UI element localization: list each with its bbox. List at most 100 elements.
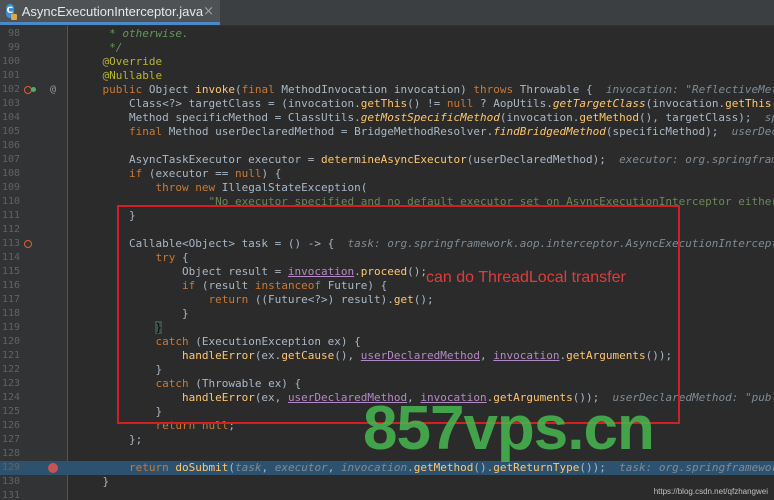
code-token: doSubmit <box>175 461 229 474</box>
code-line[interactable]: 102 @ public Object invoke(final MethodIn… <box>0 83 774 97</box>
line-number: 126 <box>1 420 20 431</box>
code-token: */ <box>76 41 123 54</box>
line-number: 106 <box>1 140 20 151</box>
line-number: 98 <box>7 28 20 39</box>
code-token: } <box>76 475 110 488</box>
watermark: 857vps.cn <box>363 394 655 463</box>
code-token: (userDeclaredMethod); <box>466 153 620 166</box>
line-number: 103 <box>1 98 20 109</box>
code-token: findBridgedMethod <box>493 125 606 138</box>
code-token: Method userDeclaredMethod = BridgeMethod… <box>168 125 494 138</box>
code-line[interactable]: 108 if (executor == null) { <box>0 167 774 181</box>
editor-tab-bar: C AsyncExecutionInterceptor.java × <box>0 0 774 26</box>
code-text: throw new IllegalStateException( <box>76 181 367 195</box>
code-line[interactable]: 107 AsyncTaskExecutor executor = determi… <box>0 153 774 167</box>
watermark-url: https://blog.csdn.net/qfzhangwei <box>653 487 768 496</box>
line-number: 130 <box>1 476 20 487</box>
line-number: 102 <box>1 84 20 95</box>
code-token: throw new <box>76 181 222 194</box>
close-tab-icon[interactable]: × <box>203 4 214 19</box>
code-token: userDeclaredMethod: " <box>731 125 774 138</box>
code-token: Method specificMethod = ClassUtils. <box>76 111 361 124</box>
code-text: */ <box>76 41 122 55</box>
code-line[interactable]: 101 @Nullable <box>0 69 774 83</box>
code-token: return <box>76 461 176 474</box>
code-line[interactable]: 104 Method specificMethod = ClassUtils.g… <box>0 111 774 125</box>
line-number: 121 <box>1 350 20 361</box>
code-text: * otherwise. <box>76 27 189 41</box>
code-token: AsyncTaskExecutor executor = <box>76 153 322 166</box>
code-line[interactable]: 100 @Override <box>0 55 774 69</box>
code-line[interactable]: 99 */ <box>0 41 774 55</box>
code-line[interactable]: 103 Class<?> targetClass = (invocation.g… <box>0 97 774 111</box>
line-number: 128 <box>1 448 20 459</box>
code-token: ? AopUtils. <box>480 97 553 110</box>
line-number: 112 <box>1 224 20 235</box>
code-token: specificMethod: <box>764 111 774 124</box>
code-text: if (executor == null) { <box>76 167 281 181</box>
line-number: 109 <box>1 182 20 193</box>
line-number: 100 <box>1 56 20 67</box>
line-number: 124 <box>1 392 20 403</box>
code-token: if <box>76 167 149 180</box>
line-number: 131 <box>1 490 20 500</box>
code-line[interactable]: 109 throw new IllegalStateException( <box>0 181 774 195</box>
code-token: getMostSpecificMethod <box>360 111 500 124</box>
code-token: , <box>261 461 275 474</box>
line-number: 101 <box>1 70 20 81</box>
code-token: @Override <box>76 55 163 68</box>
line-number: 105 <box>1 126 20 137</box>
line-number: 117 <box>1 294 20 305</box>
line-number: 115 <box>1 266 20 277</box>
code-token: (specificMethod); <box>605 125 732 138</box>
code-text: AsyncTaskExecutor executor = determineAs… <box>76 153 774 167</box>
line-number: 127 <box>1 434 20 445</box>
code-text: Class<?> targetClass = (invocation.getTh… <box>76 97 774 111</box>
code-token: task <box>234 461 262 474</box>
line-number: 111 <box>1 210 20 221</box>
line-number: 114 <box>1 252 20 263</box>
code-token: getTargetClass <box>552 97 646 110</box>
file-tab-label: AsyncExecutionInterceptor.java <box>21 3 204 19</box>
code-token: }; <box>76 433 143 446</box>
code-text: final Method userDeclaredMethod = Bridge… <box>76 125 774 139</box>
line-number: 129 <box>1 462 20 473</box>
annotation-note: can do ThreadLocal transfer <box>426 269 626 286</box>
code-token: executor <box>274 461 328 474</box>
code-token: final <box>76 125 169 138</box>
code-token: MethodInvocation invocation) <box>281 83 474 96</box>
code-token: ( <box>234 83 242 96</box>
code-line[interactable]: 105 final Method userDeclaredMethod = Br… <box>0 125 774 139</box>
line-number: 110 <box>1 196 20 207</box>
line-number: 104 <box>1 112 20 123</box>
code-token: * otherwise. <box>76 27 189 40</box>
code-line[interactable]: 106 <box>0 139 774 153</box>
code-line[interactable]: 98 * otherwise. <box>0 27 774 41</box>
line-number: 123 <box>1 378 20 389</box>
annotation-box <box>117 205 680 424</box>
file-tab[interactable]: C AsyncExecutionInterceptor.java × <box>0 0 220 25</box>
annotation-marker-icon[interactable]: @ <box>50 83 56 97</box>
line-number: 120 <box>1 336 20 347</box>
code-token: executor: org.springframework.scheduli <box>619 153 774 166</box>
code-token: final <box>241 83 282 96</box>
code-token: invoke <box>195 83 235 96</box>
code-token: () != <box>407 97 447 110</box>
implements-marker-icon[interactable] <box>31 87 36 92</box>
code-token: (), targetClass); <box>638 111 765 124</box>
code-token: determineAsyncExecutor <box>321 153 467 166</box>
breakpoint-icon[interactable] <box>48 463 58 473</box>
code-token: ( <box>228 461 235 474</box>
code-token: getMethod <box>579 111 639 124</box>
code-token: (executor == <box>148 167 235 180</box>
java-class-icon: C <box>6 4 17 20</box>
line-number: 113 <box>1 238 20 249</box>
line-number: 107 <box>1 154 20 165</box>
line-number: 108 <box>1 168 20 179</box>
code-token: ) { <box>261 167 282 180</box>
code-token: invocation: "ReflectiveMethodInvocation:… <box>605 83 774 96</box>
line-number: 125 <box>1 406 20 417</box>
code-token: getThis <box>360 97 408 110</box>
override-marker-icon[interactable] <box>24 240 32 248</box>
line-number: 116 <box>1 280 20 291</box>
